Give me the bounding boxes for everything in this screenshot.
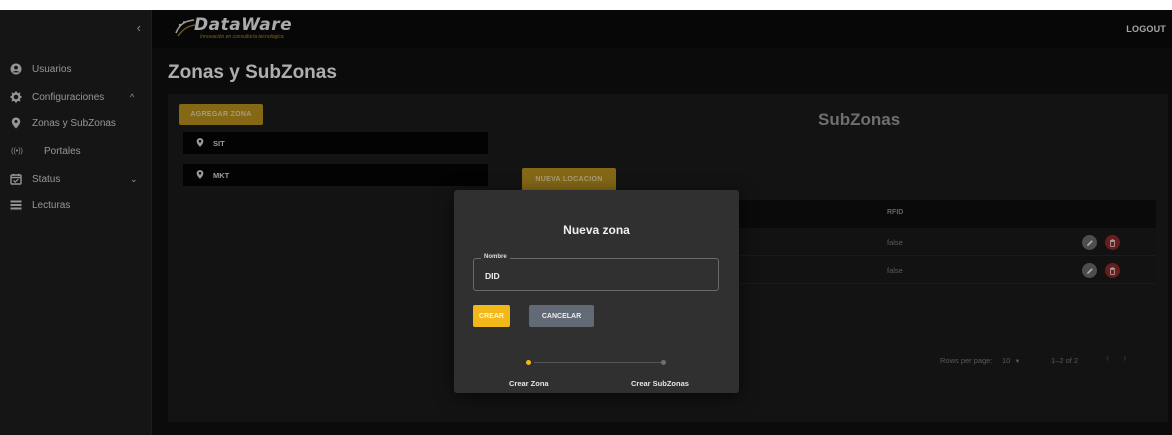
step-indicator-active [526,360,531,365]
app-screen: ‹ DataWare Innovación en consultoría tec… [0,10,1172,435]
cancel-button[interactable]: CANCELAR [529,305,594,327]
new-zone-dialog: Nueva zona Nombre CREAR CANCELAR Crear Z… [454,190,739,393]
nombre-field: Nombre [473,254,719,291]
step-crear-subzonas: Crear SubZonas [631,379,689,388]
step-indicator-inactive [661,360,666,365]
dialog-title: Nueva zona [563,223,630,237]
stepper-connector [534,362,662,363]
nombre-input[interactable] [474,259,718,290]
step-crear-zona: Crear Zona [509,379,549,388]
create-button[interactable]: CREAR [473,305,510,327]
